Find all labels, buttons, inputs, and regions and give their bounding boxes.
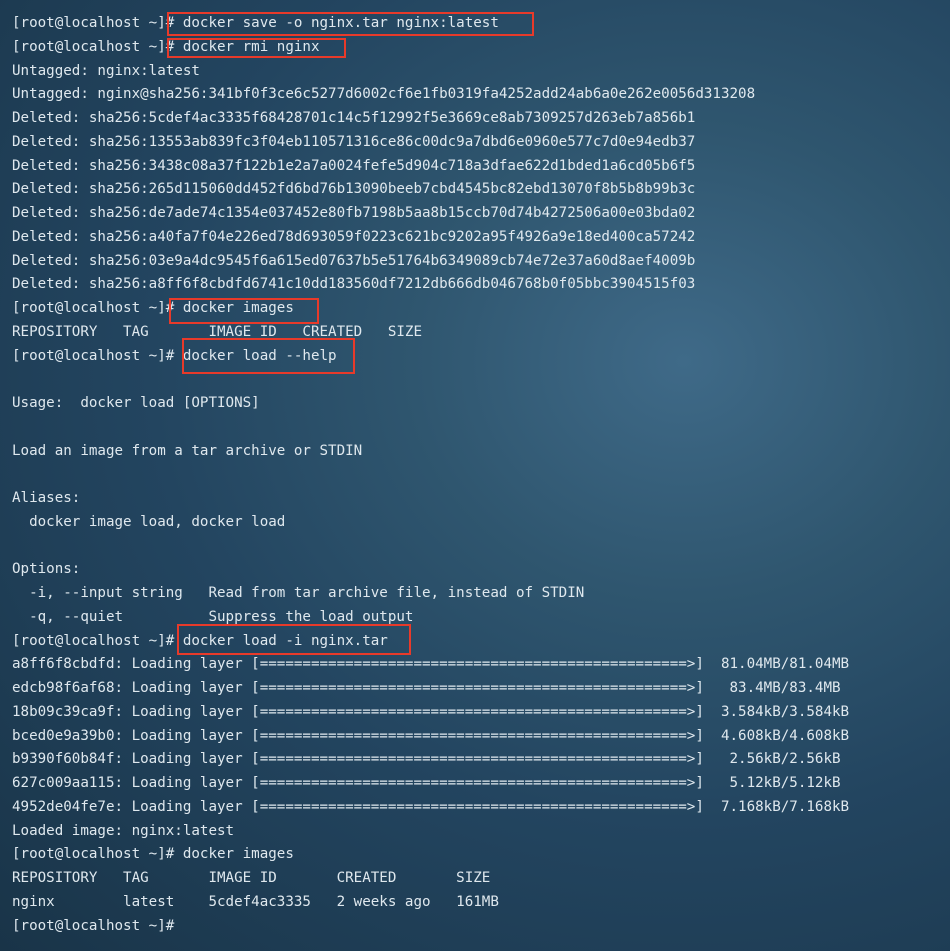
output-line: Deleted: sha256:de7ade74c1354e037452e80f… xyxy=(12,205,696,221)
output-line: 18b09c39ca9f: Loading layer [===========… xyxy=(12,703,850,720)
output-line: Deleted: sha256:13553ab839fc3f04eb110571… xyxy=(12,133,696,150)
terminal-output[interactable]: [root@localhost ~]# docker save -o nginx… xyxy=(12,12,942,938)
output-line: Untagged: nginx:latest xyxy=(12,62,200,79)
output-line: edcb98f6af68: Loading layer [===========… xyxy=(12,680,841,696)
output-line: Deleted: sha256:5cdef4ac3335f68428701c14… xyxy=(12,110,696,126)
command-line-images: [root@localhost ~]# docker images xyxy=(12,300,294,316)
output-line: Load an image from a tar archive or STDI… xyxy=(12,442,363,459)
output-line: REPOSITORY TAG IMAGE ID CREATED SIZE xyxy=(12,323,422,340)
command-line-load: [root@localhost ~]# docker load -i nginx… xyxy=(12,632,388,649)
output-line: Loaded image: nginx:latest xyxy=(12,822,235,839)
output-line: Deleted: sha256:a8ff6f8cbdfd6741c10dd183… xyxy=(12,276,696,293)
command-line-images: [root@localhost ~]# docker images xyxy=(12,846,294,863)
output-line: b9390f60b84f: Loading layer [===========… xyxy=(12,751,841,768)
output-line: Deleted: sha256:a40fa7f04e226ed78d693059… xyxy=(12,228,696,245)
output-line: bced0e9a39b0: Loading layer [===========… xyxy=(12,727,850,744)
output-line: REPOSITORY TAG IMAGE ID CREATED SIZE xyxy=(12,870,491,886)
output-line: -q, --quiet Suppress the load output xyxy=(12,608,414,625)
command-line-load-help: [root@localhost ~]# docker load --help xyxy=(12,347,337,364)
output-line: Usage: docker load [OPTIONS] xyxy=(12,395,260,411)
output-line: nginx latest 5cdef4ac3335 2 weeks ago 16… xyxy=(12,893,499,910)
output-line: docker image load, docker load xyxy=(12,513,286,530)
shell-prompt: [root@localhost ~]# xyxy=(12,917,175,934)
output-line: Deleted: sha256:3438c08a37f122b1e2a7a002… xyxy=(12,157,696,174)
output-line: -i, --input string Read from tar archive… xyxy=(12,585,585,601)
output-line: 4952de04fe7e: Loading layer [===========… xyxy=(12,798,850,815)
output-line: Aliases: xyxy=(12,490,81,506)
output-line: Deleted: sha256:265d115060dd452fd6bd76b1… xyxy=(12,181,696,198)
output-line: 627c009aa115: Loading layer [===========… xyxy=(12,775,841,791)
output-line: Untagged: nginx@sha256:341bf0f3ce6c5277d… xyxy=(12,86,756,103)
output-line: a8ff6f8cbdfd: Loading layer [===========… xyxy=(12,656,850,673)
command-line-save: [root@localhost ~]# docker save -o nginx… xyxy=(12,15,499,31)
command-line-rmi: [root@localhost ~]# docker rmi nginx xyxy=(12,38,320,55)
output-line: Deleted: sha256:03e9a4dc9545f6a615ed0763… xyxy=(12,252,696,269)
output-line: Options: xyxy=(12,561,81,578)
